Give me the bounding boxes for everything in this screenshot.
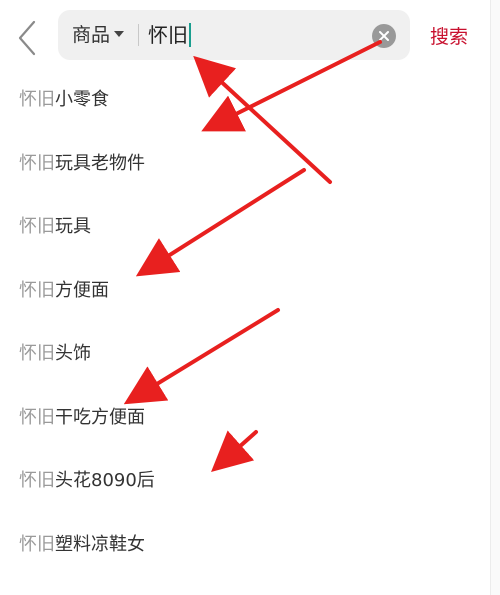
- scope-dropdown[interactable]: 商品: [72, 10, 125, 60]
- suggestion-rest: 头花8090后: [55, 470, 155, 491]
- suggestion-keyword: 怀旧: [19, 152, 55, 174]
- suggestion-keyword: 怀旧: [19, 470, 55, 491]
- caret-down-icon: [114, 30, 125, 37]
- suggestion-list: 怀旧小零食 怀旧玩具老物件 怀旧玩具 怀旧方便面 怀旧头饰 怀旧干吃方便面 怀旧头花8090…: [0, 68, 490, 576]
- search-box[interactable]: 商品 怀旧: [58, 10, 410, 60]
- suggestion-item[interactable]: 怀旧方便面: [0, 259, 490, 323]
- suggestion-item[interactable]: 怀旧头花8090后: [0, 449, 490, 513]
- suggestion-keyword: 怀旧: [19, 533, 55, 555]
- chevron-left-icon[interactable]: [10, 18, 46, 58]
- search-button[interactable]: 搜索: [430, 22, 468, 49]
- search-query-text: 怀旧: [148, 23, 188, 47]
- suggestion-keyword: 怀旧: [19, 279, 55, 301]
- suggestion-rest: 玩具老物件: [55, 152, 145, 174]
- suggestion-rest: 小零食: [55, 89, 109, 110]
- suggestion-rest: 头饰: [55, 343, 91, 364]
- suggestion-item[interactable]: 怀旧小零食: [0, 68, 490, 132]
- suggestion-keyword: 怀旧: [19, 89, 55, 110]
- suggestion-rest: 干吃方便面: [55, 406, 145, 428]
- suggestion-item[interactable]: 怀旧头饰: [0, 322, 490, 386]
- text-cursor: [189, 22, 191, 47]
- search-header: 商品 怀旧 搜索: [0, 0, 500, 72]
- search-input[interactable]: 怀旧: [148, 10, 191, 60]
- suggestion-rest: 方便面: [55, 279, 109, 301]
- suggestion-item[interactable]: 怀旧玩具老物件: [0, 132, 490, 196]
- suggestion-rest: 塑料凉鞋女: [55, 533, 145, 555]
- clear-icon[interactable]: [372, 24, 396, 48]
- suggestion-keyword: 怀旧: [19, 216, 55, 237]
- suggestion-keyword: 怀旧: [19, 343, 55, 364]
- scope-label: 商品: [72, 24, 111, 46]
- suggestion-item[interactable]: 怀旧塑料凉鞋女: [0, 513, 490, 577]
- suggestion-item[interactable]: 怀旧干吃方便面: [0, 386, 490, 450]
- search-divider: [138, 24, 139, 46]
- suggestion-keyword: 怀旧: [19, 406, 55, 428]
- search-suggestion-screen: 商品 怀旧 搜索 怀旧小零食 怀旧玩具老物件 怀旧玩具 怀旧方便面 怀旧头饰 怀旧干吃方便…: [0, 0, 500, 595]
- background-page-edge: [490, 0, 500, 595]
- suggestion-rest: 玩具: [55, 216, 91, 237]
- suggestion-item[interactable]: 怀旧玩具: [0, 195, 490, 259]
